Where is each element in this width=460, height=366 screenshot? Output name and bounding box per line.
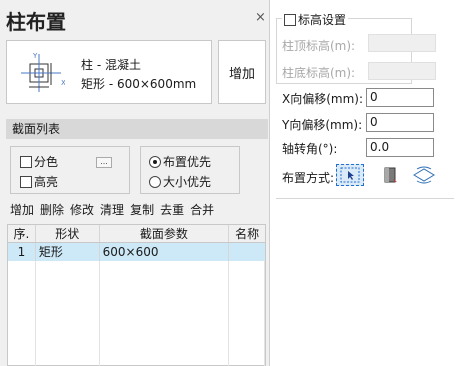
close-icon[interactable]: ×	[255, 10, 266, 25]
toolbar-delete-button[interactable]: 删除	[38, 201, 66, 218]
toolbar-merge-button[interactable]: 合并	[188, 201, 216, 218]
top-elevation-input[interactable]	[368, 34, 436, 52]
section-preview-card[interactable]: X Y 柱 - 混凝土 矩形 - 600×600mm	[6, 40, 212, 104]
x-offset-input[interactable]: 0	[366, 88, 434, 107]
y-offset-label: Y向偏移(mm):	[282, 118, 363, 132]
properties-panel: 标高设置 柱顶标高(m): 柱底标高(m): X向偏移(mm): 0 Y向偏移(…	[270, 0, 460, 366]
table-empty-area	[8, 261, 265, 366]
y-offset-input[interactable]: 0	[366, 113, 434, 132]
rotation-label: 轴转角(°):	[282, 142, 338, 156]
column-header-name[interactable]: 名称	[229, 225, 265, 242]
radio-layout-first-label: 布置优先	[163, 155, 212, 169]
section-table: 序. 形状 截面参数 名称 1 矩形 600×600	[7, 224, 266, 366]
x-offset-label: X向偏移(mm):	[282, 92, 364, 106]
table-header: 序. 形状 截面参数 名称	[8, 225, 265, 243]
radio-size-first[interactable]: 大小优先	[149, 173, 211, 190]
preview-material-text: 柱 - 混凝土	[81, 58, 141, 72]
rotation-input[interactable]: 0.0	[366, 138, 434, 157]
column-layout-panel: 柱布置 × X Y 柱 - 混凝土 矩形 - 600×600mm 增加 截面列表…	[0, 0, 270, 366]
toolbar-copy-button[interactable]: 复制	[128, 201, 156, 218]
color-more-button[interactable]: ...	[96, 157, 112, 168]
panel-title: 柱布置	[6, 10, 66, 34]
section-toolbar: 增加 删除 修改 清理 复制 去重 合并	[8, 201, 216, 218]
color-checkbox[interactable]: 分色	[20, 153, 58, 170]
layout-mode-label: 布置方式:	[282, 171, 335, 185]
toolbar-clean-button[interactable]: 清理	[98, 201, 126, 218]
radio-dot[interactable]	[149, 175, 161, 188]
checkbox-box[interactable]	[20, 155, 32, 168]
row-params: 600×600	[100, 243, 230, 261]
grid-region-icon[interactable]	[410, 164, 438, 186]
row-shape: 矩形	[36, 243, 100, 261]
table-row[interactable]: 1 矩形 600×600	[8, 243, 265, 261]
column-cylinder-icon[interactable]	[376, 164, 404, 186]
point-click-icon[interactable]	[336, 164, 364, 186]
panel-divider	[276, 198, 454, 199]
toolbar-modify-button[interactable]: 修改	[68, 201, 96, 218]
axis-y-label: Y	[32, 52, 38, 60]
axis-x-label: X	[61, 79, 65, 87]
column-section-icon: X Y	[21, 52, 65, 92]
radio-dot[interactable]	[149, 155, 161, 168]
preview-size-text: 矩形 - 600×600mm	[81, 77, 197, 91]
highlight-checkbox[interactable]: 高亮	[20, 173, 58, 190]
toolbar-add-button[interactable]: 增加	[8, 201, 36, 218]
top-elevation-label: 柱顶标高(m):	[282, 39, 356, 53]
radio-layout-first[interactable]: 布置优先	[149, 153, 211, 170]
column-header-shape[interactable]: 形状	[36, 225, 100, 242]
row-name	[229, 243, 265, 261]
radio-size-first-label: 大小优先	[163, 175, 212, 189]
add-section-button[interactable]: 增加	[218, 40, 266, 104]
checkbox-box[interactable]	[20, 175, 32, 188]
toolbar-dedupe-button[interactable]: 去重	[158, 201, 186, 218]
elevation-title: 标高设置	[298, 13, 347, 27]
bottom-elevation-label: 柱底标高(m):	[282, 66, 356, 80]
checkbox-box[interactable]	[284, 13, 296, 26]
section-list-header: 截面列表	[6, 119, 268, 139]
elevation-checkbox[interactable]: 标高设置	[282, 11, 349, 28]
column-header-params[interactable]: 截面参数	[100, 225, 230, 242]
highlight-checkbox-label: 高亮	[34, 175, 59, 189]
row-index: 1	[8, 243, 36, 261]
column-header-index[interactable]: 序.	[8, 225, 36, 242]
color-checkbox-label: 分色	[34, 155, 59, 169]
bottom-elevation-input[interactable]	[368, 62, 436, 80]
